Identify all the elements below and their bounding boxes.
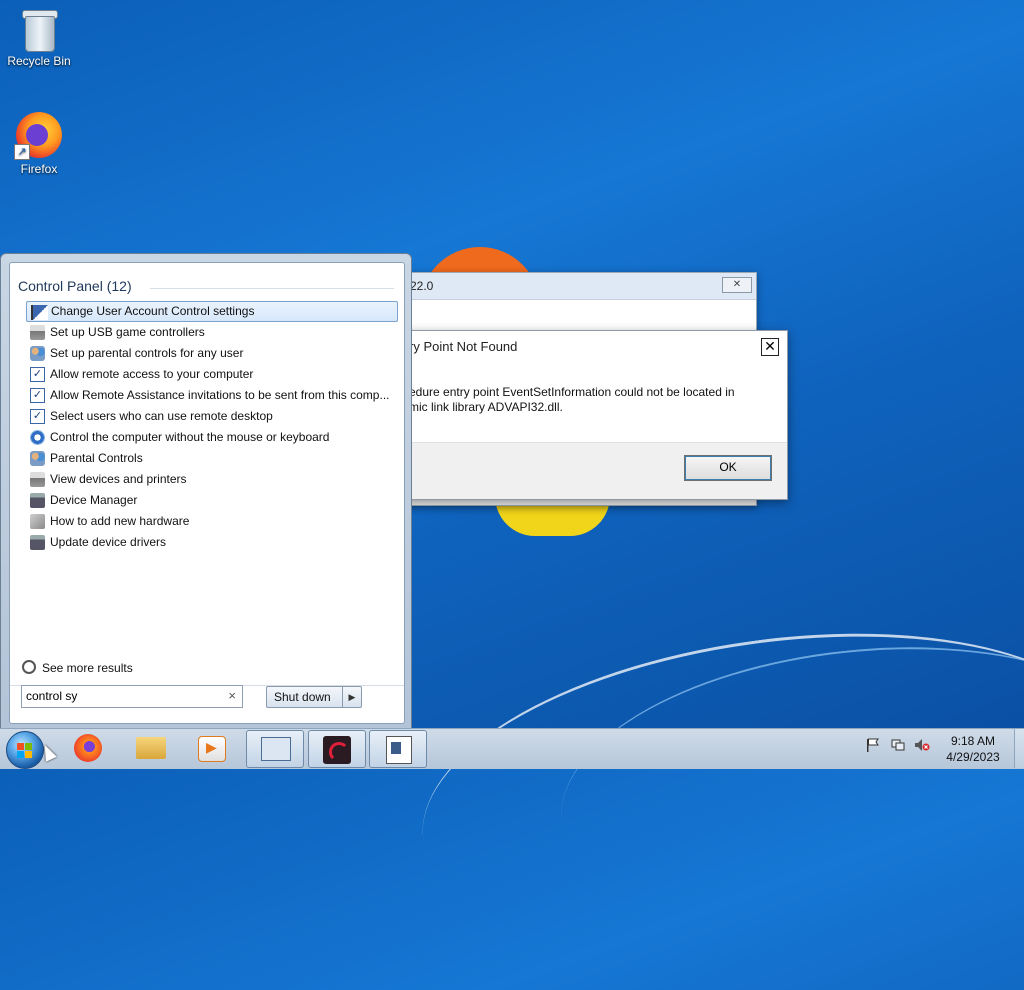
system-icon: ✓ bbox=[30, 367, 45, 382]
dialog-footer: OK bbox=[399, 442, 787, 499]
result-label: Parental Controls bbox=[50, 451, 143, 465]
result-item[interactable]: How to add new hardware bbox=[26, 511, 398, 532]
ok-button[interactable]: OK bbox=[684, 455, 772, 481]
dialog-title: 22.0 bbox=[396, 273, 756, 300]
results-list: Change User Account Control settings Set… bbox=[26, 301, 398, 553]
start-menu: Control Panel (12) Change User Account C… bbox=[0, 253, 412, 730]
divider bbox=[150, 288, 394, 289]
result-item[interactable]: ✓ Allow remote access to your computer bbox=[26, 364, 398, 385]
clock-date: 4/29/2023 bbox=[946, 750, 1000, 764]
result-label: Update device drivers bbox=[50, 535, 167, 549]
result-item[interactable]: Set up parental controls for any user bbox=[26, 343, 398, 364]
recycle-bin-icon bbox=[21, 8, 58, 52]
result-label: Allow Remote Assistance invitations to b… bbox=[50, 388, 390, 402]
game-controller-icon bbox=[30, 325, 45, 340]
result-item[interactable]: Device Manager bbox=[26, 490, 398, 511]
system-icon: ✓ bbox=[30, 409, 45, 424]
close-button[interactable]: ✕ bbox=[722, 277, 752, 293]
device-manager-icon bbox=[30, 493, 45, 508]
result-item[interactable]: Update device drivers bbox=[26, 532, 398, 553]
windows-logo-icon bbox=[25, 743, 32, 750]
result-label: Change User Account Control settings bbox=[51, 304, 255, 318]
shutdown-button[interactable]: Shut down ▶ bbox=[266, 686, 362, 708]
error-message-line: edure entry point EventSetInformation co… bbox=[409, 385, 735, 399]
ease-of-access-icon bbox=[30, 430, 45, 445]
taskbar-firefox[interactable] bbox=[62, 730, 118, 766]
category-header[interactable]: Control Panel (12) bbox=[18, 278, 132, 294]
hardware-icon bbox=[30, 514, 45, 529]
error-dialog: ry Point Not Found ✕ edure entry point E… bbox=[398, 330, 788, 500]
device-manager-icon bbox=[30, 535, 45, 550]
result-item[interactable]: Parental Controls bbox=[26, 448, 398, 469]
result-item[interactable]: Change User Account Control settings bbox=[26, 301, 398, 322]
result-item[interactable]: Set up USB game controllers bbox=[26, 322, 398, 343]
search-icon bbox=[22, 660, 36, 674]
shutdown-label: Shut down bbox=[274, 690, 331, 704]
explorer-icon bbox=[136, 737, 166, 759]
desktop-icon-recycle-bin[interactable]: Recycle Bin bbox=[4, 8, 74, 68]
document-icon bbox=[386, 736, 412, 764]
result-label: Select users who can use remote desktop bbox=[50, 409, 273, 423]
show-desktop-button[interactable] bbox=[1014, 729, 1024, 768]
start-button[interactable] bbox=[6, 731, 44, 769]
windows-logo-icon bbox=[17, 743, 24, 750]
firefox-icon bbox=[74, 734, 102, 762]
clock-time: 9:18 AM bbox=[950, 734, 996, 748]
network-icon[interactable] bbox=[890, 738, 906, 752]
system-clock[interactable]: 9:18 AM 4/29/2023 bbox=[936, 733, 1010, 765]
result-label: Device Manager bbox=[50, 493, 138, 507]
result-label: Set up USB game controllers bbox=[50, 325, 205, 339]
taskbar-media-player[interactable] bbox=[184, 730, 240, 766]
shutdown-options-arrow-icon[interactable]: ▶ bbox=[342, 687, 361, 707]
start-search-box[interactable]: × bbox=[21, 685, 243, 708]
desktop-icon-firefox[interactable]: ↗ Firefox bbox=[4, 112, 74, 176]
result-label: Allow remote access to your computer bbox=[50, 367, 254, 381]
shortcut-arrow-icon: ↗ bbox=[14, 144, 30, 160]
see-more-label: See more results bbox=[42, 661, 133, 675]
search-results-pane: Control Panel (12) Change User Account C… bbox=[9, 262, 405, 724]
system-icon: ✓ bbox=[30, 388, 45, 403]
result-item[interactable]: View devices and printers bbox=[26, 469, 398, 490]
result-item[interactable]: ✓ Allow Remote Assistance invitations to… bbox=[26, 385, 398, 406]
media-player-icon bbox=[198, 736, 226, 762]
printer-icon bbox=[30, 472, 45, 487]
volume-muted-icon[interactable] bbox=[914, 738, 930, 752]
result-item[interactable]: ✓ Select users who can use remote deskto… bbox=[26, 406, 398, 427]
see-more-results-link[interactable]: See more results bbox=[22, 660, 133, 675]
flag-icon bbox=[31, 305, 48, 320]
windows-logo-icon bbox=[17, 751, 24, 758]
close-button[interactable]: ✕ bbox=[761, 338, 779, 356]
app-icon bbox=[323, 736, 351, 764]
action-center-flag-icon[interactable] bbox=[866, 738, 880, 752]
windows-logo-icon bbox=[25, 751, 32, 758]
control-panel-icon bbox=[261, 737, 291, 761]
error-message: edure entry point EventSetInformation co… bbox=[409, 385, 749, 415]
desktop-icon-label: Recycle Bin bbox=[7, 54, 71, 68]
taskbar-document[interactable] bbox=[369, 730, 427, 768]
result-item[interactable]: Control the computer without the mouse o… bbox=[26, 427, 398, 448]
dialog-title: ry Point Not Found bbox=[399, 331, 787, 361]
error-message-line: mic link library ADVAPI32.dll. bbox=[409, 400, 563, 414]
result-label: Set up parental controls for any user bbox=[50, 346, 244, 360]
firefox-icon: ↗ bbox=[14, 112, 62, 160]
result-label: How to add new hardware bbox=[50, 514, 190, 528]
taskbar-control-panel[interactable] bbox=[246, 730, 304, 768]
taskbar-explorer[interactable] bbox=[123, 730, 179, 766]
desktop-icon-label: Firefox bbox=[20, 162, 58, 176]
parental-controls-icon bbox=[30, 451, 45, 466]
parental-controls-icon bbox=[30, 346, 45, 361]
result-label: View devices and printers bbox=[50, 472, 187, 486]
clear-search-icon[interactable]: × bbox=[228, 688, 236, 703]
search-input[interactable] bbox=[26, 686, 216, 705]
result-label: Control the computer without the mouse o… bbox=[50, 430, 330, 444]
taskbar-app[interactable] bbox=[308, 730, 366, 768]
